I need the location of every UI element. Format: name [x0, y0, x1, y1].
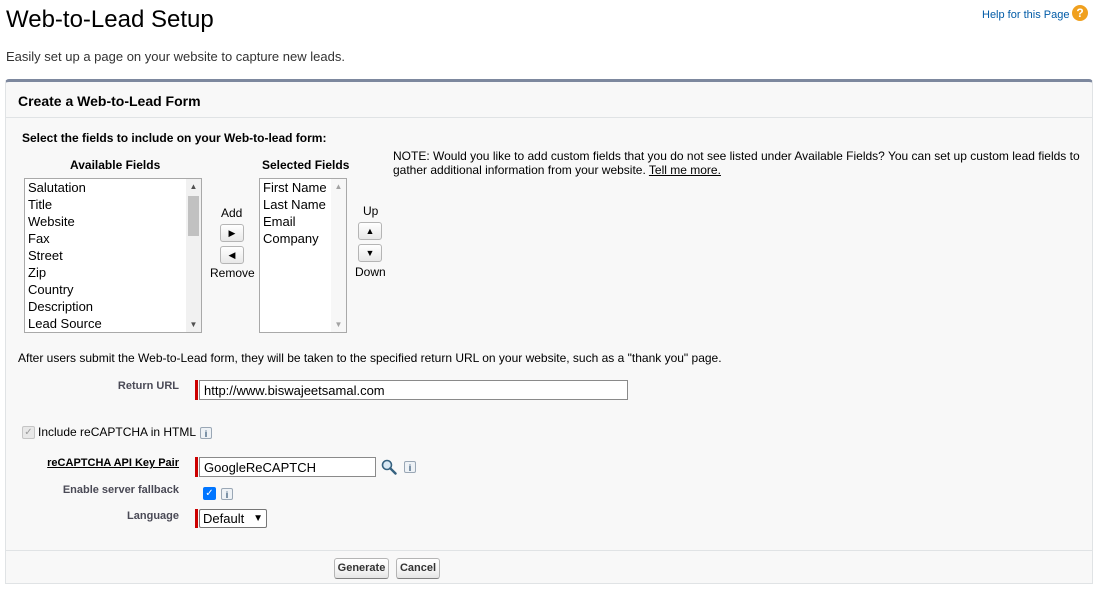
available-field-option[interactable]: Lead Source — [25, 315, 102, 332]
language-selected-value: Default — [203, 511, 245, 526]
available-field-option[interactable]: Website — [25, 213, 102, 230]
remove-button[interactable]: ◀ — [220, 246, 244, 264]
available-fields-list[interactable]: Salutation Title Website Fax Street Zip Countr… — [24, 178, 202, 333]
panel-title: Create a Web-to-Lead Form — [18, 93, 201, 109]
scroll-thumb[interactable] — [188, 196, 199, 236]
available-field-option[interactable]: Salutation — [25, 179, 102, 196]
move-up-button[interactable]: ▲ — [358, 222, 382, 240]
available-field-option[interactable]: Country — [25, 281, 102, 298]
available-field-option[interactable]: Street — [25, 247, 102, 264]
help-icon[interactable]: ? — [1072, 5, 1088, 21]
available-fields-scrollbar[interactable]: ▲ ▼ — [186, 179, 201, 332]
tell-me-more-link[interactable]: Tell me more. — [649, 163, 721, 177]
arrow-left-icon: ◀ — [228, 250, 236, 260]
page-title: Web-to-Lead Setup — [6, 6, 214, 33]
add-button[interactable]: ▶ — [220, 224, 244, 242]
available-field-option[interactable]: Zip — [25, 264, 102, 281]
api-key-pair-label[interactable]: reCAPTCHA API Key Pair — [30, 457, 179, 469]
info-icon[interactable]: i — [221, 488, 233, 500]
up-label: Up — [363, 204, 379, 218]
lookup-icon[interactable] — [381, 459, 397, 475]
available-field-option[interactable]: Title — [25, 196, 102, 213]
selected-fields-list[interactable]: First Name Last Name Email Company ▲ ▼ — [259, 178, 347, 333]
selected-field-option[interactable]: First Name — [260, 179, 327, 196]
down-label: Down — [355, 265, 386, 279]
selected-field-option[interactable]: Email — [260, 213, 327, 230]
return-url-label: Return URL — [117, 380, 179, 392]
scroll-down-arrow-icon[interactable]: ▼ — [186, 317, 201, 332]
custom-fields-note: NOTE: Would you like to add custom field… — [393, 149, 1083, 177]
select-fields-label: Select the fields to include on your Web… — [22, 131, 327, 145]
scroll-up-arrow-icon[interactable]: ▲ — [331, 179, 346, 194]
available-field-option[interactable]: Fax — [25, 230, 102, 247]
include-recaptcha-checkbox[interactable]: ✓ — [22, 426, 35, 439]
required-indicator — [195, 380, 198, 400]
add-label: Add — [221, 206, 243, 220]
api-key-pair-input[interactable] — [199, 457, 376, 477]
scroll-down-arrow-icon[interactable]: ▼ — [331, 317, 346, 332]
arrow-down-icon: ▼ — [365, 248, 375, 258]
language-select[interactable]: Default ▼ — [199, 509, 267, 528]
required-indicator — [195, 509, 198, 528]
selected-fields-scrollbar[interactable]: ▲ ▼ — [331, 179, 346, 332]
available-field-option[interactable]: Description — [25, 298, 102, 315]
selected-field-option[interactable]: Company — [260, 230, 327, 247]
include-recaptcha-label: Include reCAPTCHA in HTML — [38, 425, 197, 439]
footer-divider — [6, 550, 1092, 551]
selected-fields-label: Selected Fields — [262, 158, 350, 172]
note-text: NOTE: Would you like to add custom field… — [393, 149, 1080, 177]
chevron-down-icon: ▼ — [253, 513, 263, 524]
required-indicator — [195, 457, 198, 477]
return-url-description: After users submit the Web-to-Lead form,… — [18, 351, 722, 365]
scroll-up-arrow-icon[interactable]: ▲ — [186, 179, 201, 194]
generate-button[interactable]: Generate — [334, 558, 389, 579]
remove-label: Remove — [210, 266, 255, 280]
arrow-up-icon: ▲ — [365, 226, 375, 236]
info-icon[interactable]: i — [200, 427, 212, 439]
server-fallback-checkbox[interactable]: ✓ — [203, 487, 216, 500]
cancel-button[interactable]: Cancel — [396, 558, 440, 579]
move-down-button[interactable]: ▼ — [358, 244, 382, 262]
selected-field-option[interactable]: Last Name — [260, 196, 327, 213]
language-label: Language — [127, 510, 179, 522]
page-description: Easily set up a page on your website to … — [6, 49, 345, 64]
return-url-input[interactable] — [199, 380, 628, 400]
server-fallback-label: Enable server fallback — [62, 484, 179, 496]
arrow-right-icon: ▶ — [228, 228, 236, 238]
info-icon[interactable]: i — [404, 461, 416, 473]
help-link[interactable]: Help for this Page — [982, 9, 1069, 21]
available-fields-label: Available Fields — [70, 158, 161, 172]
